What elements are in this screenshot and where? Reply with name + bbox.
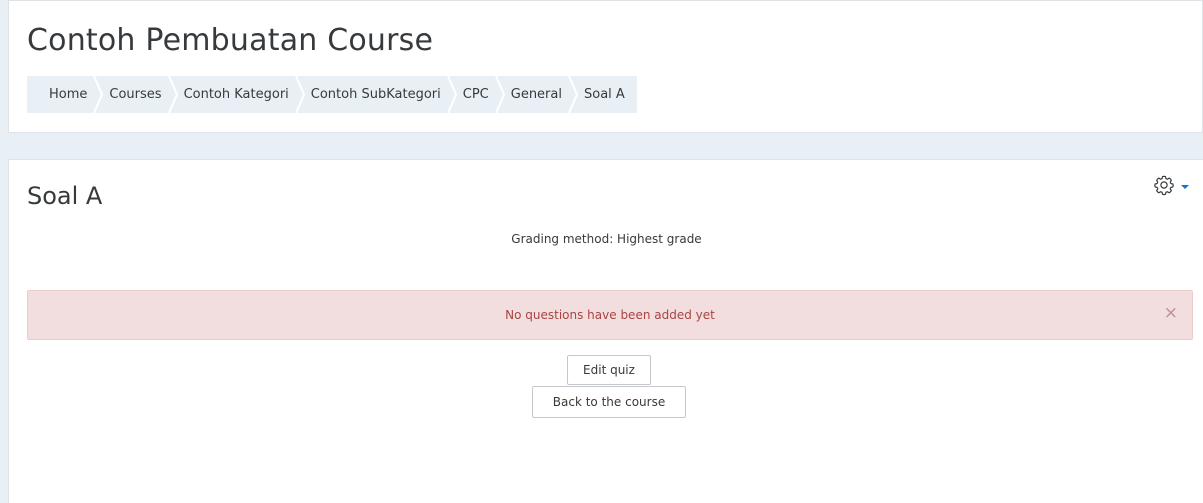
breadcrumb-separator-icon [87,76,109,113]
breadcrumb-separator-icon [289,76,311,113]
breadcrumb-item-courses[interactable]: Courses [109,76,161,113]
breadcrumb: Home Courses Contoh Kategori Contoh SubK… [27,76,637,113]
breadcrumb-separator-icon [441,76,463,113]
breadcrumb-item-course[interactable]: CPC [463,76,489,113]
alert-message: No questions have been added yet [505,308,715,322]
quiz-panel: Soal A Grading method: Highest grade No … [8,159,1203,503]
quiz-title: Soal A [27,182,103,210]
edit-quiz-button[interactable]: Edit quiz [567,355,651,385]
breadcrumb-separator-icon [162,76,184,113]
page-title: Contoh Pembuatan Course [27,23,434,58]
grading-method-text: Grading method: Highest grade [511,232,702,246]
breadcrumb-item-category[interactable]: Contoh Kategori [184,76,289,113]
breadcrumb-item-subcategory[interactable]: Contoh SubKategori [311,76,441,113]
breadcrumb-separator-icon [562,76,584,113]
breadcrumb-item-home[interactable]: Home [27,76,87,113]
breadcrumb-item-section[interactable]: General [511,76,562,113]
no-questions-alert: No questions have been added yet × [27,290,1193,340]
gear-icon [1153,174,1175,200]
settings-menu-button[interactable] [1153,174,1189,200]
breadcrumb-separator-icon [489,76,511,113]
chevron-down-icon [1181,185,1189,189]
header-spacer [8,133,1203,159]
page-header: Contoh Pembuatan Course Home Courses Con… [8,0,1203,133]
back-to-course-button[interactable]: Back to the course [532,386,686,418]
breadcrumb-item-current[interactable]: Soal A [584,76,625,113]
close-icon[interactable]: × [1164,305,1178,322]
